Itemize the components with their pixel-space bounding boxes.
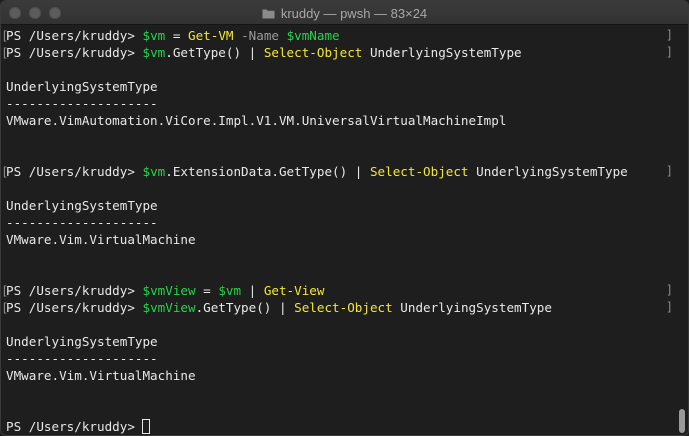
text-token: VMware.Vim.VirtualMachine (6, 368, 196, 383)
terminal-line: PS /Users/kruddy> $vm.ExtensionData.GetT… (1, 163, 682, 180)
line-mark-left: [ (1, 45, 9, 60)
text-token: PS /Users/kruddy> (6, 164, 143, 179)
line-mark-left: [ (1, 283, 9, 298)
line-mark-right: ] (665, 45, 673, 59)
variable-token: $vm (142, 45, 166, 60)
text-token: = (165, 28, 188, 43)
text-token: PS /Users/kruddy> (6, 28, 143, 43)
text-token: VMware.Vim.VirtualMachine (6, 232, 196, 247)
text-token: UnderlyingSystemType (6, 79, 158, 94)
line-mark-right: ] (665, 164, 673, 178)
terminal-line: PS /Users/kruddy> $vm.GetType() | Select… (1, 44, 682, 61)
text-token: .ExtensionData.GetType() | (165, 164, 370, 179)
text-token: .GetType() | (165, 45, 264, 60)
line-mark-left: [ (1, 164, 9, 179)
text-token: .GetType() | (195, 300, 295, 315)
text-token: UnderlyingSystemType (392, 300, 552, 315)
terminal-window: kruddy — pwsh — 83×24 PS /Users/kruddy> … (0, 0, 689, 436)
variable-token: $vm (218, 283, 242, 298)
variable-token: $vmView (142, 300, 196, 315)
text-token: PS /Users/kruddy> (6, 45, 143, 60)
terminal-line: PS /Users/kruddy> $vmView = $vm | Get-Vi… (1, 282, 682, 299)
scrollbar-thumb[interactable] (679, 409, 685, 433)
text-token: PS /Users/kruddy> (6, 300, 143, 315)
text-token: PS /Users/kruddy> (6, 283, 143, 298)
terminal-output[interactable]: PS /Users/kruddy> $vm = Get-VM -Name $vm… (1, 25, 688, 435)
terminal-line: -------------------- (6, 350, 682, 367)
window-title-area: kruddy — pwsh — 83×24 (1, 1, 688, 25)
terminal-line: PS /Users/kruddy> $vm = Get-VM -Name $vm… (1, 27, 682, 44)
cmdlet-token: Get-VM (187, 28, 234, 43)
text-token: UnderlyingSystemType (6, 334, 158, 349)
terminal-line: PS /Users/kruddy> $vmView.GetType() | Se… (1, 299, 682, 316)
title-bar[interactable]: kruddy — pwsh — 83×24 (1, 1, 688, 25)
terminal-line: PS /Users/kruddy> (6, 418, 682, 435)
text-token: UnderlyingSystemType (362, 45, 522, 60)
line-mark-left: [ (1, 300, 9, 315)
text-cursor (142, 419, 151, 434)
text-token: VMware.VimAutomation.ViCore.Impl.V1.VM.U… (6, 113, 507, 128)
terminal-line: -------------------- (6, 95, 682, 112)
variable-token: $vm (142, 164, 166, 179)
text-token: UnderlyingSystemType (6, 198, 158, 213)
cmdlet-token: Get-View (263, 283, 325, 298)
terminal-line: UnderlyingSystemType (6, 78, 682, 95)
terminal-line: -------------------- (6, 214, 682, 231)
window-title: kruddy — pwsh — 83×24 (280, 5, 428, 21)
variable-token: $vmName (286, 28, 340, 43)
text-token: = (195, 283, 219, 298)
parameter-token: -Name (233, 28, 287, 43)
folder-icon (262, 8, 275, 19)
terminal-line: UnderlyingSystemType (6, 333, 682, 350)
variable-token: $vm (142, 28, 166, 43)
line-mark-right: ] (665, 283, 673, 297)
text-token: PS /Users/kruddy> (6, 419, 143, 434)
cmdlet-token: Select-Object (294, 300, 393, 315)
text-token: -------------------- (6, 96, 158, 111)
terminal-line: UnderlyingSystemType (6, 197, 682, 214)
text-token: | (241, 283, 264, 298)
variable-token: $vmView (142, 283, 196, 298)
cmdlet-token: Select-Object (369, 164, 469, 179)
text-token: -------------------- (6, 215, 158, 230)
line-mark-right: ] (665, 300, 673, 314)
text-token: UnderlyingSystemType (468, 164, 636, 179)
line-mark-right: ] (665, 28, 673, 42)
text-token: -------------------- (6, 351, 158, 366)
line-mark-left: [ (1, 28, 9, 43)
terminal-line: VMware.Vim.VirtualMachine (6, 367, 682, 384)
terminal-line: VMware.Vim.VirtualMachine (6, 231, 682, 248)
cmdlet-token: Select-Object (263, 45, 363, 60)
terminal-line: VMware.VimAutomation.ViCore.Impl.V1.VM.U… (6, 112, 682, 129)
